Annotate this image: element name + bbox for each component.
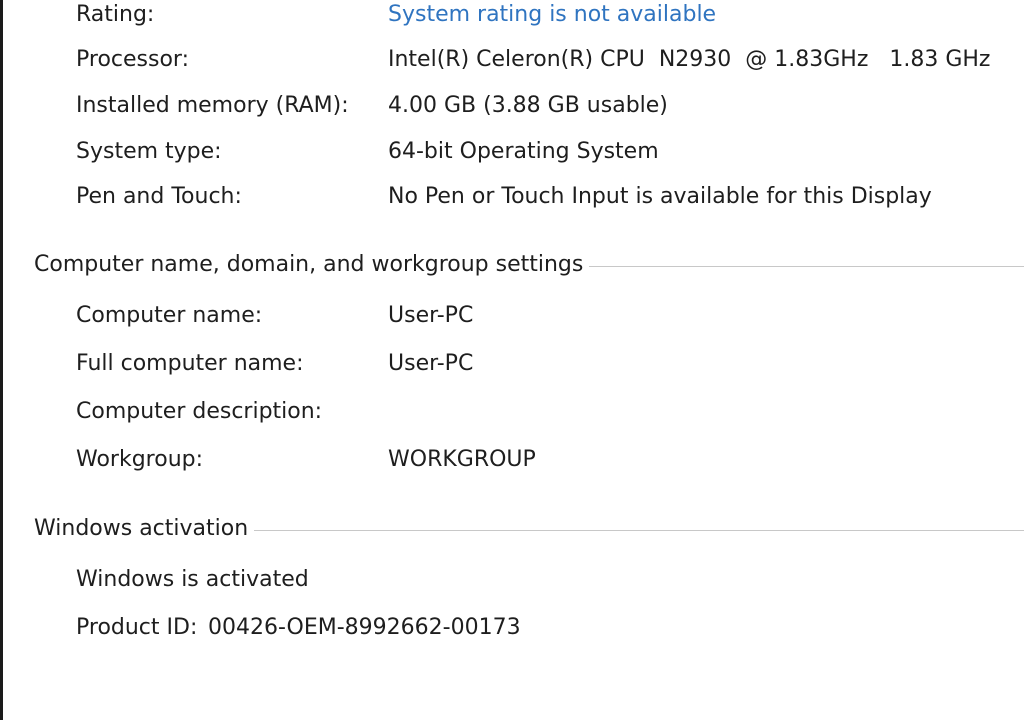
computer-name-value: User-PC — [388, 303, 474, 328]
memory-label: Installed memory (RAM): — [76, 93, 349, 118]
computer-name-label: Computer name: — [76, 303, 263, 328]
workgroup-value: WORKGROUP — [388, 447, 536, 472]
rating-link[interactable]: System rating is not available — [388, 0, 716, 30]
section-title: Computer name, domain, and workgroup set… — [34, 252, 584, 277]
full-computer-name-value: User-PC — [388, 351, 474, 376]
full-computer-name-label: Full computer name: — [76, 351, 304, 376]
window-border — [0, 0, 3, 720]
product-id-value: 00426-OEM-8992662-00173 — [208, 615, 521, 640]
processor-value: Intel(R) Celeron(R) CPU N2930 @ 1.83GHz … — [388, 47, 991, 72]
computer-description-label: Computer description: — [76, 399, 323, 424]
section-divider — [254, 529, 1024, 531]
pen-touch-value: No Pen or Touch Input is available for t… — [388, 184, 932, 209]
activation-status: Windows is activated — [76, 567, 309, 592]
computer-name-section-header: Computer name, domain, and workgroup set… — [34, 250, 1024, 280]
workgroup-label: Workgroup: — [76, 447, 204, 472]
processor-label: Processor: — [76, 47, 189, 72]
section-title: Windows activation — [34, 516, 249, 541]
windows-activation-section-header: Windows activation — [34, 514, 1024, 544]
system-type-label: System type: — [76, 139, 222, 164]
system-type-value: 64-bit Operating System — [388, 139, 659, 164]
section-divider — [589, 265, 1024, 267]
pen-touch-label: Pen and Touch: — [76, 184, 242, 209]
memory-value: 4.00 GB (3.88 GB usable) — [388, 93, 668, 118]
product-id-label: Product ID: — [76, 615, 198, 640]
rating-label: Rating: — [76, 2, 155, 27]
